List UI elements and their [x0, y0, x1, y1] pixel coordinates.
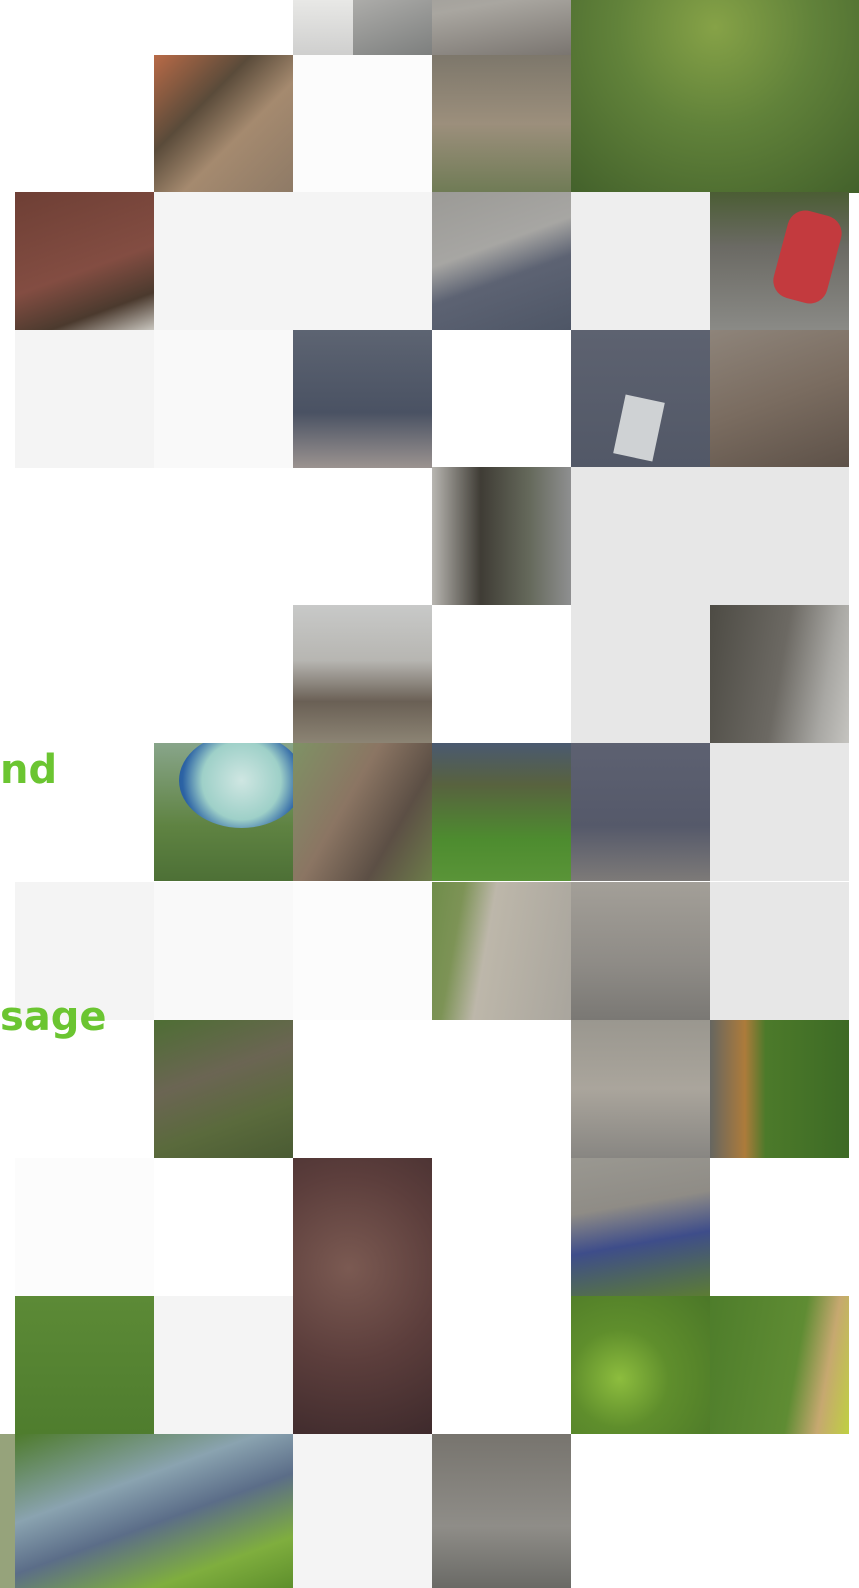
aerial-tile-shed	[571, 743, 710, 881]
aerial-tile-paved-path	[432, 882, 571, 1020]
aerial-tile-blue-shed	[571, 1158, 710, 1296]
aerial-tile-grass-left	[0, 1434, 15, 1588]
aerial-tile-faded	[293, 1434, 432, 1588]
aerial-tile-hedge	[710, 1020, 849, 1158]
aerial-tile-dark-yard	[710, 605, 849, 743]
aerial-tile-terrace-red	[154, 55, 293, 193]
aerial-tile-blank	[293, 55, 432, 193]
section-heading-1: nd	[0, 747, 58, 793]
aerial-tile-faded	[15, 1158, 154, 1296]
aerial-tile-car-parked	[293, 0, 353, 55]
aerial-tile-paved	[571, 882, 710, 1020]
aerial-tile-roof-tiled	[710, 330, 849, 468]
aerial-tile-raised-beds	[154, 1020, 293, 1158]
aerial-tile-garden-lawn	[432, 743, 571, 881]
aerial-tile-alley	[432, 467, 571, 605]
aerial-tile-faded	[571, 605, 710, 743]
aerial-tile-faded	[710, 743, 849, 881]
aerial-tile-yard-paving	[571, 1020, 710, 1158]
aerial-tile-faded	[293, 882, 432, 1020]
aerial-tile-skylight	[571, 330, 710, 468]
aerial-tile-roof-grey	[432, 192, 571, 330]
aerial-tile-faded	[710, 467, 849, 605]
aerial-tile-bushes	[571, 1296, 710, 1434]
aerial-tile-pool	[154, 743, 293, 881]
aerial-tile-copper-beech	[293, 1158, 432, 1434]
aerial-tile-greenhouse	[15, 1434, 293, 1588]
aerial-tile-faded	[15, 330, 154, 468]
aerial-tile-faded	[293, 192, 432, 330]
aerial-tile-extension	[293, 605, 432, 743]
aerial-mosaic	[0, 0, 859, 1588]
aerial-tile-path-bottom	[432, 1434, 571, 1588]
aerial-tile-lawn	[15, 1296, 154, 1434]
aerial-tile-faded	[154, 1296, 293, 1434]
aerial-tile-red-car	[710, 192, 849, 330]
aerial-tile-faded	[571, 192, 710, 330]
aerial-tile-yard	[432, 55, 571, 193]
aerial-tile-tree	[571, 0, 859, 193]
aerial-tile-roof-brown	[15, 192, 154, 330]
aerial-tile-faded	[571, 467, 710, 605]
aerial-tile-garden-edge	[710, 1296, 849, 1434]
aerial-tile-faded	[154, 192, 293, 330]
aerial-tile-faded	[710, 882, 849, 1020]
aerial-tile-road-2	[432, 0, 571, 55]
aerial-tile-faded	[154, 882, 293, 1020]
aerial-tile-patio	[293, 743, 432, 881]
section-heading-2: sage	[0, 994, 107, 1040]
aerial-tile-roof-slate	[293, 330, 432, 468]
aerial-tile-faded	[154, 330, 293, 468]
